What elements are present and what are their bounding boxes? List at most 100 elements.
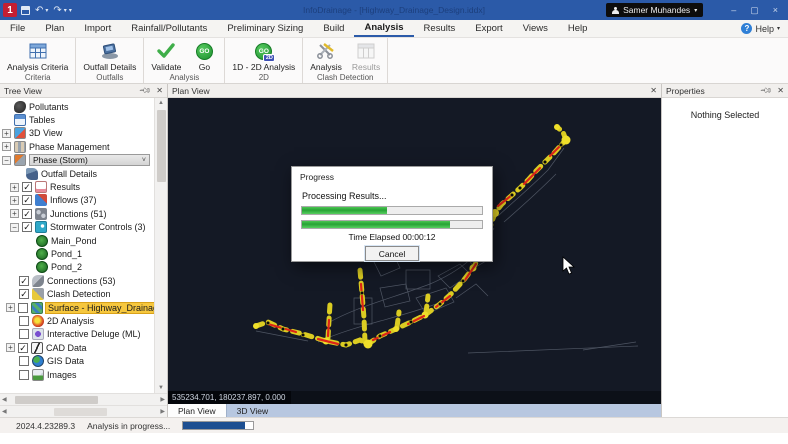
tree-item-inflows-37[interactable]: + ✓ Inflows (37) (0, 194, 154, 207)
phase-selector[interactable]: Phase (Storm) ˅ (29, 154, 150, 167)
tree-item-pond-2[interactable]: Pond_2 (0, 261, 154, 274)
tree-item-2d-analysis[interactable]: 2D Analysis (0, 314, 154, 327)
checkbox[interactable]: ✓ (22, 195, 32, 206)
collapse-icon[interactable]: − (2, 155, 11, 165)
ribbon-tab-results[interactable]: Results (414, 20, 466, 37)
expand-icon[interactable]: + (2, 142, 11, 152)
close-button[interactable]: × (773, 5, 778, 15)
checkbox[interactable] (19, 329, 29, 340)
undo-icon[interactable]: ↶ (35, 5, 43, 16)
minimize-button[interactable]: – (731, 5, 736, 15)
pin-icon[interactable]: 📌︎ (138, 84, 152, 98)
tree-item-main-pond[interactable]: Main_Pond (0, 234, 154, 247)
ribbon-tab-rainfall-pollutants[interactable]: Rainfall/Pollutants (121, 20, 217, 37)
results-icon (35, 181, 47, 194)
cancel-button[interactable]: Cancel (364, 245, 420, 262)
tree-item-connections-53[interactable]: ✓ Connections (53) (0, 274, 154, 287)
expand-icon[interactable]: + (6, 343, 15, 353)
tree-item-interactive-deluge-ml[interactable]: Interactive Deluge (ML) (0, 328, 154, 341)
phase-icon (14, 154, 26, 167)
scroll-up-icon[interactable]: ▲ (158, 98, 164, 108)
tree-item-label: Tables (29, 115, 56, 126)
checkbox[interactable] (19, 356, 29, 367)
user-account-button[interactable]: Samer Muhandes ▾ (606, 3, 704, 17)
ribbon-tab-views[interactable]: Views (513, 20, 558, 37)
qat-overflow-icon[interactable]: ▾ (69, 7, 72, 14)
help-dropdown-icon: ▾ (776, 26, 780, 32)
tree-item-clash-detection[interactable]: ✓ Clash Detection (0, 287, 154, 301)
clash-icon (32, 288, 44, 301)
checkbox[interactable]: ✓ (19, 289, 29, 300)
go-button[interactable]: GO Go (186, 39, 222, 72)
tree-item-surface-highway-drainage-design-phase-id[interactable]: + Surface - Highway_Drainage_Design_Phase… (0, 301, 154, 314)
view-tab-plan-view[interactable]: Plan View (168, 404, 227, 417)
tree-item-cad-data[interactable]: + ✓ CAD Data (0, 341, 154, 354)
app-icon[interactable]: 1 (3, 3, 17, 17)
analysis-criteria-button[interactable]: Analysis Criteria (2, 39, 73, 72)
collapse-icon[interactable]: − (10, 222, 19, 232)
redo-icon[interactable]: ↷ (53, 5, 61, 16)
ribbon-tab-file[interactable]: File (0, 20, 35, 37)
tree-item-tables[interactable]: Tables (0, 113, 154, 127)
validate-button[interactable]: Validate (146, 39, 186, 72)
coordinates-bar: 535234.701, 180237.897, 0.000 (168, 391, 661, 404)
outfall-details-button[interactable]: Outfall Details (78, 39, 141, 72)
expand-icon[interactable]: + (10, 182, 19, 192)
tree-item-outfall-details[interactable]: Outfall Details (0, 167, 154, 180)
properties-close-icon[interactable]: ✕ (777, 86, 784, 95)
scroll-left-icon[interactable]: ◀ (2, 408, 7, 415)
tree-item-gis-data[interactable]: GIS Data (0, 354, 154, 368)
expand-icon[interactable]: + (10, 209, 19, 219)
tree-horizontal-scrollbar[interactable]: ◀ ▶ (0, 393, 167, 405)
view-tab-3d-view[interactable]: 3D View (227, 404, 279, 417)
expand-icon[interactable]: + (6, 303, 15, 313)
scroll-right-icon[interactable]: ▶ (160, 396, 165, 403)
ribbon-tab-export[interactable]: Export (465, 20, 512, 37)
save-icon[interactable] (21, 5, 30, 15)
tree-item-3d-view[interactable]: +3D View (0, 127, 154, 140)
tree-item-junctions-51[interactable]: + ✓ Junctions (51) (0, 207, 154, 220)
surface-icon (31, 301, 43, 314)
undo-dropdown-icon[interactable]: ▾ (45, 7, 48, 14)
tree-item-results[interactable]: + ✓ Results (0, 180, 154, 194)
checkbox[interactable] (19, 369, 29, 380)
ribbon-tab-plan[interactable]: Plan (35, 20, 74, 37)
expand-icon[interactable]: + (10, 195, 19, 205)
checkbox[interactable] (19, 315, 29, 326)
scroll-right-icon[interactable]: ▶ (160, 408, 165, 415)
ribbon-tab-analysis[interactable]: Analysis (354, 20, 414, 37)
checkbox[interactable]: ✓ (18, 342, 28, 353)
checkbox[interactable]: ✓ (19, 275, 29, 286)
ribbon-tab-preliminary-sizing[interactable]: Preliminary Sizing (217, 20, 313, 37)
1d-2d-analysis-button[interactable]: GO 2D 1D - 2D Analysis (227, 39, 300, 72)
scroll-down-icon[interactable]: ▼ (158, 383, 164, 393)
analysis-icon (316, 41, 336, 61)
ribbon-tab-build[interactable]: Build (313, 20, 354, 37)
ribbon-group-clash-detection: Analysis Results Clash Detection (303, 38, 389, 83)
pin-icon[interactable]: 📌︎ (759, 84, 773, 98)
tree-horizontal-scrollbar-2[interactable]: ◀ ▶ (0, 405, 167, 417)
ribbon-tab-import[interactable]: Import (74, 20, 121, 37)
tree-item-phase-management[interactable]: + Phase Management (0, 140, 154, 153)
redo-dropdown-icon[interactable]: ▾ (64, 7, 67, 14)
plan-close-icon[interactable]: ✕ (650, 86, 657, 95)
ribbon-tab-help[interactable]: Help (558, 20, 598, 37)
checkbox[interactable] (18, 302, 28, 313)
tree-item-phase-storm[interactable]: − Phase (Storm) ˅ (0, 154, 154, 167)
checkbox[interactable]: ✓ (22, 222, 32, 233)
tree-vertical-scrollbar[interactable]: ▲ ▼ (154, 98, 167, 393)
expand-icon[interactable]: + (2, 128, 11, 138)
tree-item-stormwater-controls-3[interactable]: − ✓ Stormwater Controls (3) (0, 221, 154, 234)
help-button[interactable]: ? Help ▾ (741, 20, 788, 37)
checkbox[interactable]: ✓ (22, 208, 32, 219)
analysis-button[interactable]: Analysis (305, 39, 347, 72)
tree-item-pollutants[interactable]: Pollutants (0, 100, 154, 113)
tree-item-pond-1[interactable]: Pond_1 (0, 247, 154, 260)
tree-item-label: Stormwater Controls (3) (50, 222, 146, 233)
plan-view-map[interactable]: Progress Processing Results... Time Elap… (168, 98, 661, 391)
tree-close-icon[interactable]: ✕ (156, 86, 163, 95)
tree-item-images[interactable]: Images (0, 368, 154, 381)
maximize-button[interactable]: ▢ (750, 5, 759, 16)
scroll-left-icon[interactable]: ◀ (2, 396, 7, 403)
checkbox[interactable]: ✓ (22, 182, 32, 193)
